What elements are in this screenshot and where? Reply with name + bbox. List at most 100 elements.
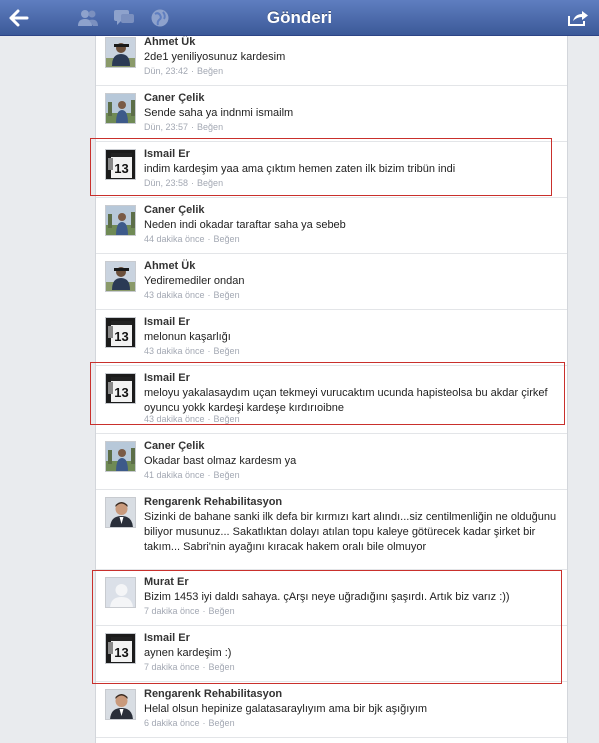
svg-text:13: 13 [114,645,128,660]
comment-meta: 43 dakika önce · Beğen [144,290,240,300]
comment-text: Helal olsun hepinize galatasaraylıyım am… [144,703,428,715]
comment-item: Caner Çelik Okadar bast olmaz kardesm ya 4… [96,434,567,490]
meta-separator: · [191,66,195,76]
comment-item: Ahmet Ük 2de1 yeniliyosunuz kardesim Dün, … [96,36,567,86]
avatar[interactable] [105,37,136,68]
commenter-name[interactable]: Ismail Er [144,316,190,328]
comment-text: aynen kardeşim :) [144,647,232,659]
meta-separator: · [207,234,211,244]
comment-text: meloyu yakalasaydım uçan tekmeyi vurucak… [144,387,548,414]
commenter-name[interactable]: Caner Çelik [144,92,205,104]
like-link[interactable]: Beğen [197,178,223,188]
comment-meta: 43 dakika önce · Beğen [144,346,240,356]
comment-item: Rengarenk Rehabilitasyon Helal olsun hepi… [96,682,567,738]
like-link[interactable]: Beğen [209,718,235,728]
comment-item: 13 Ismail Er indim kardeşim yaa ama çıktım… [96,142,567,198]
like-link[interactable]: Beğen [214,234,240,244]
avatar[interactable] [105,93,136,124]
comment-feed[interactable]: Ahmet Ük 2de1 yeniliyosunuz kardesim Dün, … [95,36,568,743]
comment-item: 13 Ismail Er aynen kardeşim :) 7 dakika önc… [96,626,567,682]
commenter-name[interactable]: Rengarenk Rehabilitasyon [144,496,282,508]
comment-item: Caner Çelik Neden indi okadar taraftar sa… [96,198,567,254]
like-link[interactable]: Beğen [214,290,240,300]
meta-separator: · [202,606,206,616]
like-link[interactable]: Beğen [214,346,240,356]
comment-meta: 6 dakika önce · Beğen [144,718,235,728]
comment-meta: 7 dakika önce · Beğen [144,606,235,616]
like-link[interactable]: Beğen [197,122,223,132]
meta-separator: · [207,470,211,480]
comment-timestamp: 43 dakika önce [144,346,205,356]
avatar[interactable]: 13 [105,633,136,664]
avatar[interactable]: 13 [105,149,136,180]
comment-timestamp: Dün, 23:57 [144,122,189,132]
avatar[interactable]: 13 [105,317,136,348]
comment-meta: 7 dakika önce · Beğen [144,662,235,672]
meta-separator: · [191,122,195,132]
page-title: Gönderi [266,8,333,27]
avatar[interactable] [105,577,136,608]
meta-separator: · [207,414,211,424]
meta-separator: · [191,178,195,188]
meta-separator: · [207,290,211,300]
comment-text: Neden indi okadar taraftar saha ya sebeb [144,219,346,231]
commenter-name[interactable]: Ismail Er [144,372,190,384]
svg-text:13: 13 [114,161,128,176]
commenter-name[interactable]: Caner Çelik [144,440,205,452]
comment-text: indim kardeşim yaa ama çıktım hemen zate… [144,163,456,175]
comment-meta: 43 dakika önce · Beğen [144,414,240,424]
like-link[interactable]: Beğen [214,470,240,480]
meta-separator: · [202,662,206,672]
top-navigation-bar: Gönderi [0,0,599,36]
comment-timestamp: 6 dakika önce [144,718,200,728]
commenter-name[interactable]: Rengarenk Rehabilitasyon [144,688,282,700]
avatar[interactable] [105,205,136,236]
comment-item: 13 Ismail Er meloyu yakalasaydım uçan tekm… [96,366,567,434]
comment-meta: Dün, 23:58 · Beğen [144,178,223,188]
commenter-name[interactable]: Ismail Er [144,632,190,644]
meta-separator: · [202,718,206,728]
comment-item: Rengarenk Rehabilitasyon Sizinki de bahan… [96,490,567,570]
avatar[interactable] [105,497,136,528]
comment-text: Sizinki de bahane sanki ilk defa bir kır… [144,511,557,553]
commenter-name[interactable]: Ahmet Ük [144,36,195,48]
comment-timestamp: 7 dakika önce [144,606,200,616]
commenter-name[interactable]: Murat Er [144,576,189,588]
comment-meta: 41 dakika önce · Beğen [144,470,240,480]
comment-timestamp: Dün, 23:42 [144,66,189,76]
meta-separator: · [207,346,211,356]
comment-timestamp: 44 dakika önce [144,234,205,244]
avatar[interactable]: 13 [105,373,136,404]
like-link[interactable]: Beğen [197,66,223,76]
comment-text: Bizim 1453 iyi daldı sahaya. çArşı neye … [144,591,510,603]
comment-item: 13 Ismail Er melonun kaşarlığı 43 dakika ön… [96,310,567,366]
comment-meta: Dün, 23:42 · Beğen [144,66,223,76]
comment-timestamp: Dün, 23:58 [144,178,189,188]
comment-item: Caner Çelik Sende saha ya indnmi ismailm D… [96,86,567,142]
comment-meta: 44 dakika önce · Beğen [144,234,240,244]
comment-text: Yediremediler ondan [144,275,245,287]
avatar[interactable] [105,261,136,292]
comment-text: melonun kaşarlığı [144,331,231,343]
like-link[interactable]: Beğen [209,662,235,672]
comment-meta: Dün, 23:57 · Beğen [144,122,223,132]
comment-timestamp: 43 dakika önce [144,414,205,424]
commenter-name[interactable]: Ismail Er [144,148,190,160]
comment-timestamp: 41 dakika önce [144,470,205,480]
comment-text: Sende saha ya indnmi ismailm [144,107,294,119]
comment-item: Murat Er Bizim 1453 iyi daldı sahaya. çAr… [96,570,567,626]
commenter-name[interactable]: Caner Çelik [144,204,205,216]
like-link[interactable]: Beğen [214,414,240,424]
commenter-name[interactable]: Ahmet Ük [144,260,195,272]
comment-text: 2de1 yeniliyosunuz kardesim [144,51,286,63]
comment-item: Ahmet Ük Yediremediler ondan 43 dakika önc… [96,254,567,310]
svg-text:13: 13 [114,385,128,400]
like-link[interactable]: Beğen [209,606,235,616]
comment-text: Okadar bast olmaz kardesm ya [144,455,297,467]
comment-timestamp: 43 dakika önce [144,290,205,300]
avatar[interactable] [105,441,136,472]
share-icon[interactable] [566,6,590,30]
comment-timestamp: 7 dakika önce [144,662,200,672]
svg-text:13: 13 [114,329,128,344]
avatar[interactable] [105,689,136,720]
